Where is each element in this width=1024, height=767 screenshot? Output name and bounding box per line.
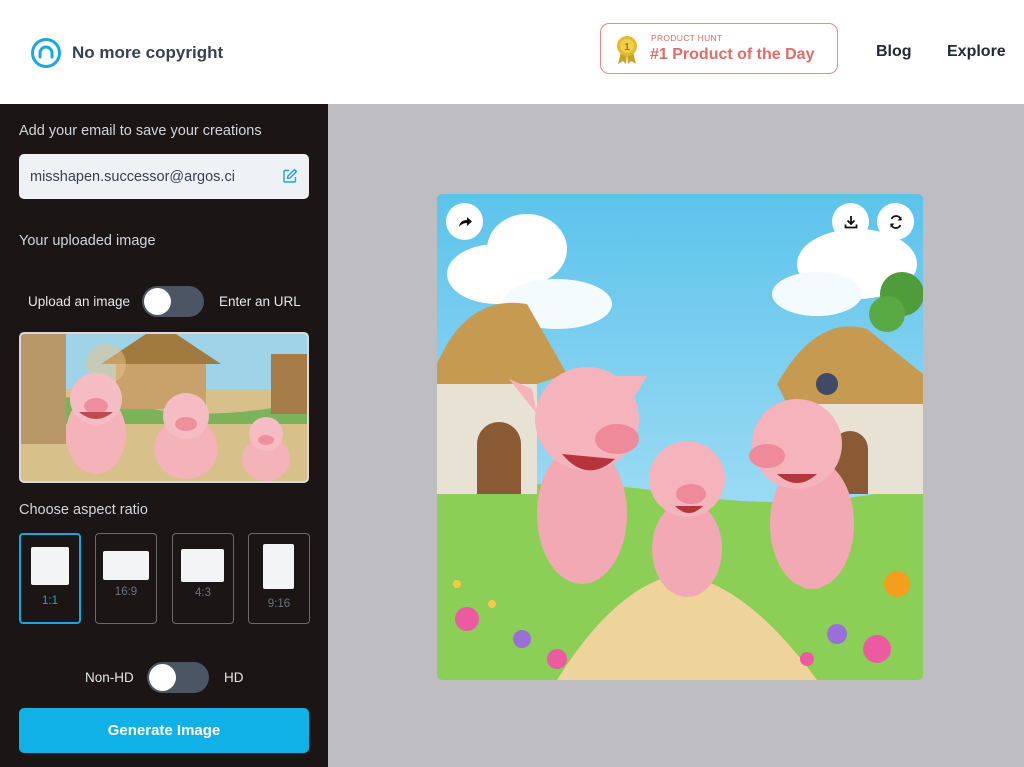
- medal-number: 1: [624, 42, 630, 53]
- download-icon: [844, 215, 857, 228]
- edit-icon[interactable]: [282, 168, 298, 184]
- ratio-4-3-button[interactable]: 4:3: [172, 533, 234, 624]
- non-hd-option[interactable]: Non-HD: [85, 670, 134, 685]
- ratio-1-1-button[interactable]: 1:1: [19, 533, 81, 624]
- ratio-16-9-button[interactable]: 16:9: [95, 533, 157, 624]
- refresh-icon: [889, 214, 902, 229]
- toggle-knob: [144, 288, 171, 315]
- share-icon: [458, 216, 472, 227]
- email-field-container: [19, 154, 309, 199]
- ratio-label: 9:16: [267, 598, 291, 610]
- badge-title: #1 Product of the Day: [650, 46, 815, 63]
- nav-blog-link[interactable]: Blog: [876, 43, 912, 61]
- uploaded-image-label: Your uploaded image: [19, 233, 156, 249]
- brand-logo-icon: [31, 38, 61, 68]
- product-hunt-badge[interactable]: 1 PRODUCT HUNT #1 Product of the Day: [600, 23, 838, 74]
- upload-mode-toggle[interactable]: [142, 286, 204, 317]
- sidebar: Add your email to save your creations Yo…: [0, 104, 328, 767]
- generated-pigs-illustration: [437, 194, 923, 680]
- share-button[interactable]: [446, 203, 483, 240]
- enter-url-option[interactable]: Enter an URL: [219, 294, 301, 309]
- download-button[interactable]: [832, 203, 869, 240]
- upload-image-option[interactable]: Upload an image: [28, 294, 130, 309]
- tall-ratio-icon: [263, 544, 294, 589]
- uploaded-pigs-image: [21, 334, 307, 481]
- top-header: No more copyright 1 PRODUCT HUNT #1 Prod…: [0, 0, 1024, 104]
- email-field[interactable]: [19, 154, 269, 199]
- generate-image-button[interactable]: Generate Image: [19, 708, 309, 753]
- aspect-ratio-label: Choose aspect ratio: [19, 502, 148, 518]
- medal-icon: 1: [617, 36, 637, 64]
- standard-ratio-icon: [181, 549, 224, 582]
- ratio-9-16-button[interactable]: 9:16: [248, 533, 310, 624]
- email-label: Add your email to save your creations: [19, 123, 262, 139]
- uploaded-image-preview[interactable]: [19, 332, 309, 483]
- toggle-knob: [149, 664, 176, 691]
- ratio-label: 4:3: [195, 587, 211, 599]
- ratio-label: 1:1: [42, 595, 58, 607]
- main-canvas: [328, 104, 1024, 767]
- square-ratio-icon: [31, 547, 69, 585]
- badge-caption: PRODUCT HUNT: [651, 33, 723, 43]
- brand-name: No more copyright: [72, 43, 224, 62]
- hd-option[interactable]: HD: [224, 670, 244, 685]
- nav-explore-link[interactable]: Explore: [947, 43, 1006, 61]
- generated-image[interactable]: [437, 194, 923, 680]
- refresh-button[interactable]: [877, 203, 914, 240]
- brand[interactable]: No more copyright: [30, 37, 223, 69]
- wide-ratio-icon: [103, 551, 149, 580]
- ratio-label: 16:9: [114, 586, 138, 598]
- hd-toggle[interactable]: [147, 662, 209, 693]
- pig-middle: [649, 441, 725, 597]
